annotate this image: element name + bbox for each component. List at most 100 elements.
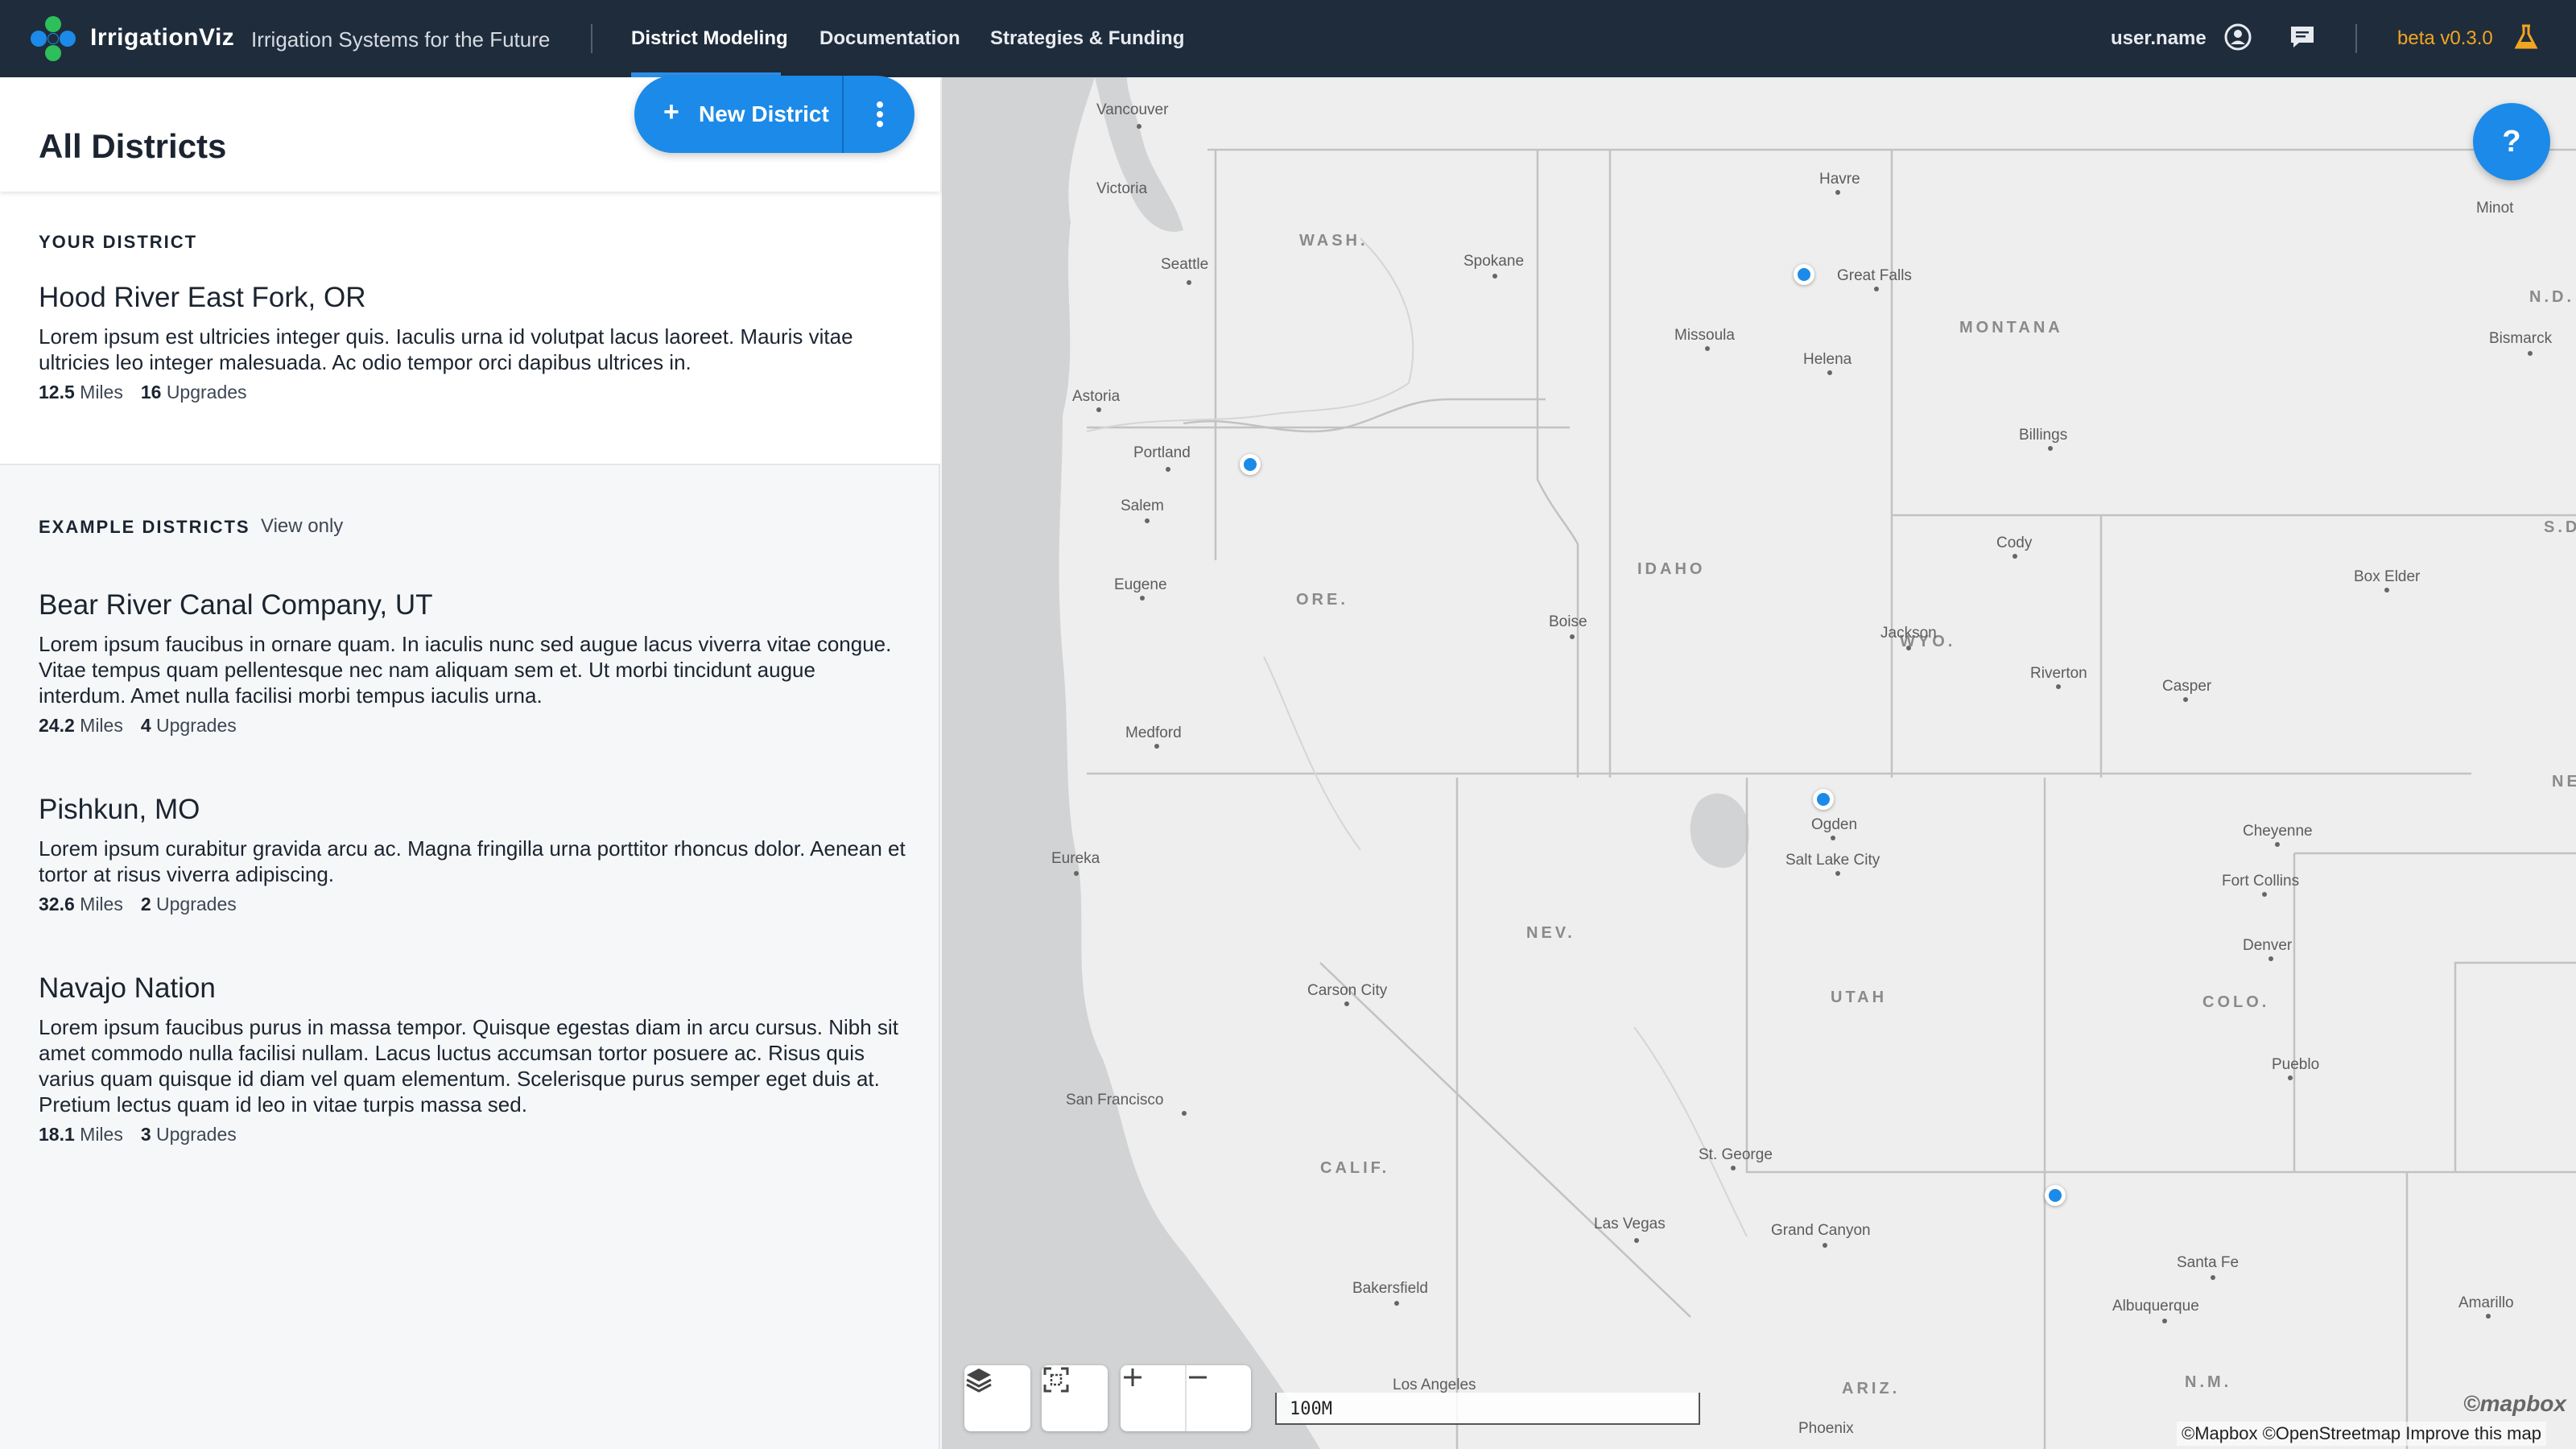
upgrades-label: Upgrades: [156, 1124, 237, 1145]
district-name[interactable]: Pishkun, MO: [39, 792, 908, 828]
miles-value: 24.2: [39, 715, 75, 736]
upgrades-value: 16: [140, 382, 162, 402]
minus-icon: [1189, 1376, 1207, 1379]
new-district-label: New District: [699, 101, 829, 126]
your-district-label: YOUR DISTRICT: [39, 232, 198, 252]
city-label: Astoria: [1072, 388, 1121, 405]
map-attribution[interactable]: ©Mapbox ©OpenStreetmap Improve this map: [2177, 1422, 2546, 1446]
district-marker[interactable]: [1240, 454, 1261, 475]
state-label: UTAH: [1831, 989, 1888, 1006]
scale-bar: 100M: [1275, 1393, 1700, 1425]
flower-logo-icon[interactable]: [29, 14, 77, 63]
upgrades-label: Upgrades: [156, 894, 237, 914]
city-label: Spokane: [1463, 253, 1525, 270]
state-label: ARIZ.: [1842, 1380, 1901, 1397]
state-label: COLO.: [2202, 993, 2270, 1011]
example-district-card[interactable]: Pishkun, MO Lorem ipsum curabitur gravid…: [39, 792, 908, 915]
zoom-out-button[interactable]: [1186, 1365, 1251, 1431]
help-button[interactable]: ?: [2473, 103, 2550, 180]
city-label: Seattle: [1161, 256, 1209, 273]
view-only-label: View only: [261, 515, 344, 537]
city-label: Cheyenne: [2243, 823, 2313, 840]
tab-documentation[interactable]: Documentation: [819, 27, 960, 50]
user-circle-icon[interactable]: [2223, 23, 2252, 52]
new-district-button[interactable]: + New District: [634, 76, 914, 153]
miles-label: Miles: [80, 382, 123, 402]
chat-bubble-icon[interactable]: [2288, 23, 2317, 52]
district-name[interactable]: Hood River East Fork, OR: [39, 280, 908, 316]
app-name[interactable]: IrrigationViz: [90, 24, 234, 52]
city-label: Eugene: [1114, 576, 1167, 593]
zoom-in-button[interactable]: [1121, 1365, 1186, 1431]
city-label: Medford: [1125, 724, 1182, 741]
layers-button[interactable]: [964, 1365, 1030, 1431]
state-label: ORE.: [1296, 591, 1348, 609]
district-stats: 18.1 Miles 3 Upgrades: [39, 1124, 908, 1146]
city-label: Albuquerque: [2112, 1298, 2199, 1315]
district-name[interactable]: Bear River Canal Company, UT: [39, 588, 908, 623]
fit-bounds-icon: [1043, 1367, 1069, 1393]
your-district-card[interactable]: Hood River East Fork, OR Lorem ipsum est…: [39, 280, 908, 403]
state-label: MONTANA: [1959, 319, 2063, 336]
fit-bounds-button[interactable]: [1042, 1365, 1108, 1431]
city-label: Santa Fe: [2177, 1254, 2240, 1271]
city-label: Portland: [1133, 444, 1191, 461]
upgrades-label: Upgrades: [156, 715, 237, 736]
district-description: Lorem ipsum faucibus in ornare quam. In …: [39, 632, 892, 708]
city-label: Missoula: [1674, 327, 1735, 344]
city-label: Ogden: [1811, 816, 1858, 833]
district-name[interactable]: Navajo Nation: [39, 971, 908, 1006]
city-label: Vancouver: [1096, 101, 1169, 118]
district-stats: 12.5 Miles 16 Upgrades: [39, 382, 908, 403]
city-label: Amarillo: [2458, 1294, 2514, 1311]
mapbox-logo[interactable]: ©mapbox: [2463, 1391, 2566, 1417]
example-districts-label: EXAMPLE DISTRICTS: [39, 517, 250, 537]
city-label: Carson City: [1307, 982, 1388, 999]
district-stats: 32.6 Miles 2 Upgrades: [39, 894, 908, 915]
example-district-card[interactable]: Navajo Nation Lorem ipsum faucibus purus…: [39, 971, 908, 1146]
city-label: Boise: [1549, 613, 1587, 630]
state-label: WASH.: [1299, 232, 1368, 250]
plus-icon: [1124, 1368, 1141, 1386]
user-name[interactable]: user.name: [2111, 27, 2207, 50]
city-label: Casper: [2162, 678, 2212, 695]
city-label: Pueblo: [2272, 1056, 2320, 1073]
more-options-icon[interactable]: [845, 76, 914, 153]
city-label: Billings: [2019, 427, 2068, 444]
flask-icon: [2514, 24, 2538, 49]
city-label: Minot: [2476, 200, 2514, 217]
city-label: Salt Lake City: [1785, 852, 1880, 869]
city-label: Havre: [1819, 171, 1860, 188]
example-district-card[interactable]: Bear River Canal Company, UT Lorem ipsum…: [39, 588, 908, 737]
miles-value: 18.1: [39, 1124, 75, 1145]
upgrades-value: 2: [140, 894, 151, 914]
upgrades-value: 3: [140, 1124, 151, 1145]
city-label: Box Elder: [2354, 568, 2421, 585]
city-label: Victoria: [1096, 180, 1148, 197]
version-label: beta v0.3.0: [2397, 27, 2493, 49]
state-label: N.M.: [2185, 1373, 2232, 1391]
tab-district-modeling[interactable]: District Modeling: [631, 27, 788, 50]
city-label: Helena: [1803, 351, 1852, 368]
zoom-controls: [1121, 1365, 1251, 1431]
city-label: Jackson: [1880, 625, 1937, 642]
city-label: Eureka: [1051, 850, 1100, 867]
upgrades-label: Upgrades: [166, 382, 247, 402]
miles-value: 32.6: [39, 894, 75, 914]
tab-strategies-funding[interactable]: Strategies & Funding: [990, 27, 1184, 50]
city-label: Fort Collins: [2222, 873, 2300, 890]
district-sidebar: All Districts YOUR DISTRICT Hood River E…: [0, 77, 940, 1449]
upgrades-value: 4: [140, 715, 151, 736]
city-label: Bismarck: [2489, 330, 2553, 347]
state-label: CALIF.: [1320, 1159, 1390, 1177]
map-canvas[interactable]: WASH. MONTANA N.D. S.D. IDAHO ORE. WYO. …: [942, 77, 2576, 1449]
button-divider: [842, 76, 844, 153]
district-marker[interactable]: [1794, 264, 1814, 285]
miles-label: Miles: [80, 715, 123, 736]
state-label: S.D.: [2544, 518, 2576, 536]
district-marker[interactable]: [2045, 1185, 2066, 1206]
page-title: All Districts: [39, 127, 227, 165]
city-label: Grand Canyon: [1771, 1222, 1871, 1239]
district-marker[interactable]: [1813, 789, 1834, 810]
city-label: Great Falls: [1837, 267, 1912, 284]
